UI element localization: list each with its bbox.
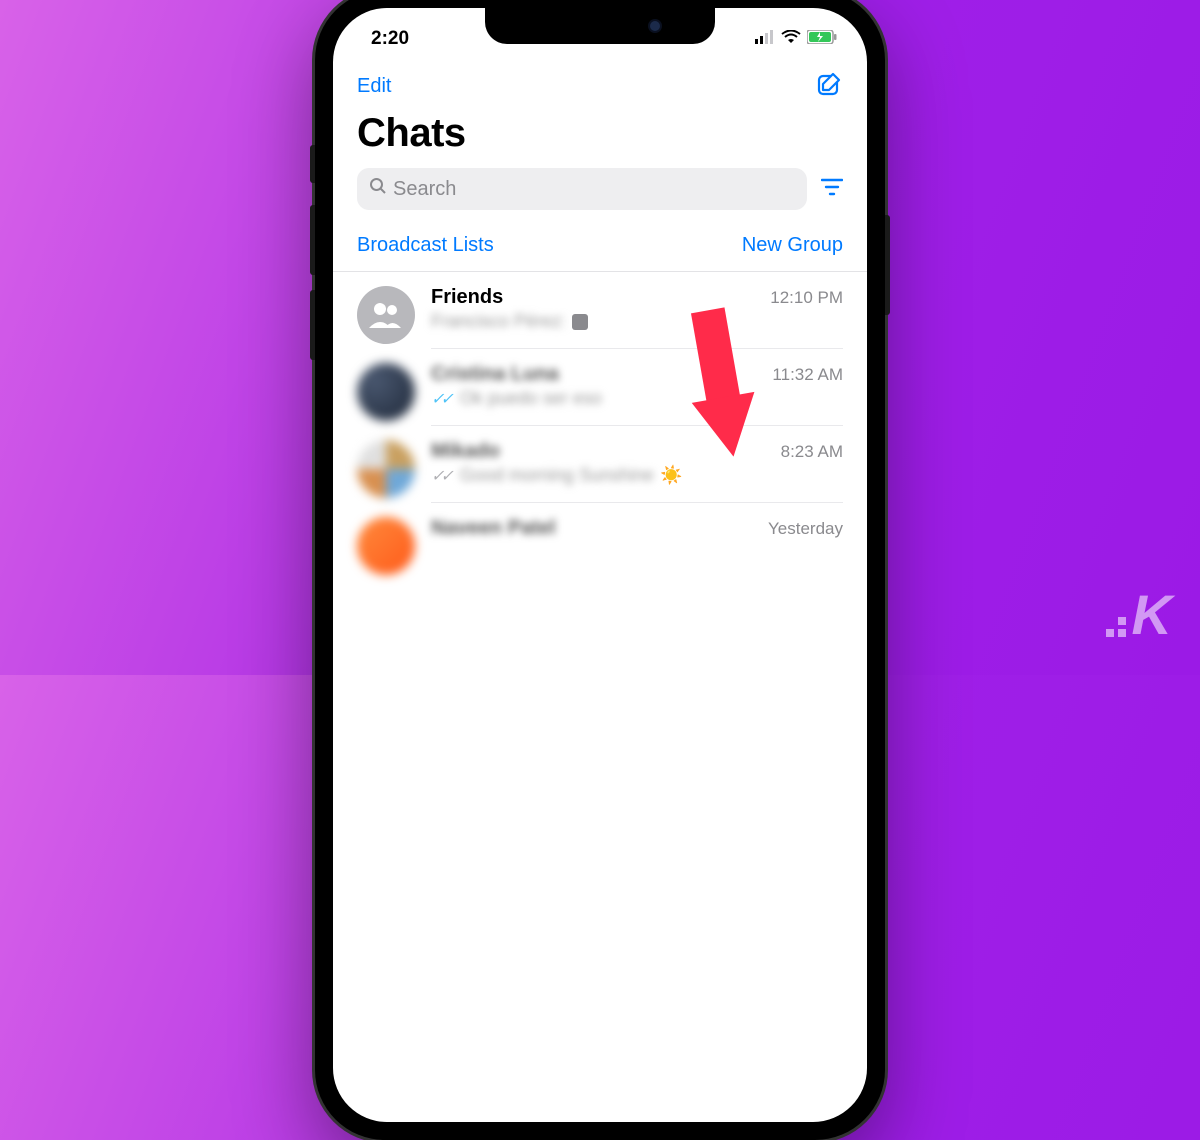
chat-preview: ✓✓ Good morning Sunshine ☀️ [431, 465, 843, 486]
sun-emoji-icon: ☀️ [660, 465, 682, 486]
broadcast-lists-button[interactable]: Broadcast Lists [357, 234, 494, 257]
phone-frame: 2:20 Edit Chats [315, 0, 885, 1140]
read-receipt-icon: ✓✓ [431, 389, 450, 409]
avatar [357, 440, 415, 498]
phone-button-volume-down [310, 290, 315, 360]
wifi-icon [781, 28, 801, 50]
chat-row[interactable]: Naveen Patel Yesterday [333, 503, 867, 575]
chat-name: Cristina Luna [431, 363, 559, 386]
logo-letter: K [1132, 582, 1170, 647]
edit-button[interactable]: Edit [357, 75, 391, 98]
avatar [357, 517, 415, 575]
chat-row[interactable]: Mikado 8:23 AM ✓✓ Good morning Sunshine … [333, 426, 867, 503]
front-camera-icon [650, 21, 660, 31]
battery-charging-icon [807, 28, 837, 50]
chat-row[interactable]: Cristina Luna 11:32 AM ✓✓ Ok puedo ser e… [333, 349, 867, 426]
compose-icon[interactable] [815, 70, 843, 103]
nav-row: Edit [333, 56, 867, 109]
new-group-button[interactable]: New Group [742, 234, 843, 257]
chat-time: Yesterday [768, 519, 843, 539]
sticker-icon [572, 314, 588, 330]
logo-dots-icon [1106, 617, 1126, 637]
chat-preview: Francisco Pérez: [431, 311, 843, 332]
phone-button-volume-up [310, 205, 315, 275]
avatar-group-icon [357, 286, 415, 344]
chat-time: 11:32 AM [772, 365, 843, 385]
page-title: Chats [357, 111, 843, 156]
chat-preview: ✓✓ Ok puedo ser eso [431, 388, 843, 409]
action-row: Broadcast Lists New Group [333, 220, 867, 272]
phone-button-power [885, 215, 890, 315]
delivered-receipt-icon: ✓✓ [431, 466, 450, 486]
filter-icon[interactable] [821, 178, 843, 201]
chat-name: Mikado [431, 440, 500, 463]
chat-row[interactable]: Friends 12:10 PM Francisco Pérez: [333, 272, 867, 349]
search-icon [369, 177, 387, 201]
status-time: 2:20 [371, 28, 409, 50]
signal-icon [755, 28, 775, 50]
avatar [357, 363, 415, 421]
chat-time: 8:23 AM [781, 442, 843, 462]
search-placeholder: Search [393, 178, 456, 201]
phone-screen: 2:20 Edit Chats [333, 8, 867, 1122]
search-input[interactable]: Search [357, 168, 807, 210]
chat-name: Friends [431, 286, 503, 309]
chat-time: 12:10 PM [770, 288, 843, 308]
phone-button-silence [310, 145, 315, 183]
watermark-logo: K [1106, 582, 1170, 647]
phone-notch [485, 8, 715, 44]
chat-name: Naveen Patel [431, 517, 556, 540]
